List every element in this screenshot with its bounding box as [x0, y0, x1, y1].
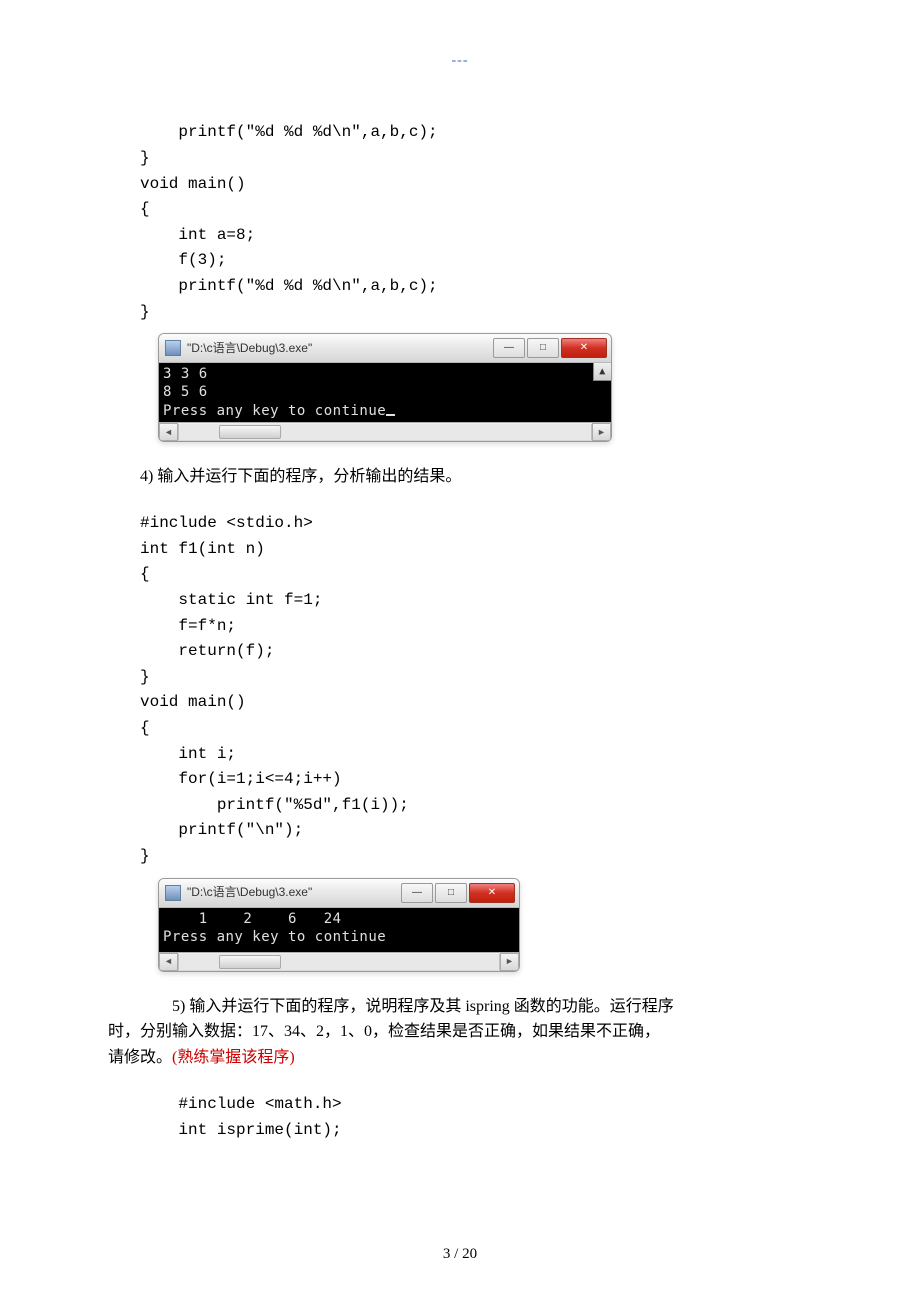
titlebar: "D:\c语言\Debug\3.exe" — □ ✕ [159, 334, 611, 363]
header-marks: --- [140, 50, 780, 72]
maximize-button[interactable]: □ [527, 338, 559, 358]
scroll-track[interactable] [178, 424, 592, 440]
scroll-track[interactable] [178, 954, 500, 970]
console-text: 1 2 6 24 Press any key to continue [163, 911, 386, 945]
app-icon [165, 885, 181, 901]
cursor-icon [386, 414, 395, 416]
page-number: 3 / 20 [0, 1242, 920, 1266]
scroll-right-button[interactable]: ► [592, 423, 611, 441]
code-block-1: printf("%d %d %d\n",a,b,c); } void main(… [140, 120, 780, 325]
section-5-text-2: 时，分别输入数据：17、34、2，1、0，检查结果是否正确，如果结果不正确， [108, 1023, 660, 1040]
section-5-paragraph: 5) 输入并运行下面的程序，说明程序及其 ispring 函数的功能。运行程序 … [140, 994, 780, 1071]
scroll-thumb[interactable] [219, 955, 281, 969]
horizontal-scrollbar[interactable]: ◄ ► [159, 422, 611, 441]
scroll-thumb[interactable] [219, 425, 281, 439]
titlebar: "D:\c语言\Debug\3.exe" — □ ✕ [159, 879, 519, 908]
close-button[interactable]: ✕ [561, 338, 607, 358]
code-block-2: #include <stdio.h> int f1(int n) { stati… [140, 511, 780, 869]
section-4-heading: 4) 输入并运行下面的程序，分析输出的结果。 [140, 464, 780, 490]
window-title: "D:\c语言\Debug\3.exe" [187, 883, 399, 902]
console-window-1: "D:\c语言\Debug\3.exe" — □ ✕ 3 3 6 8 5 6 P… [158, 333, 612, 442]
section-5-text-3b: (熟练掌握该程序) [172, 1049, 295, 1066]
console-text: 3 3 6 8 5 6 Press any key to continue [163, 366, 386, 418]
section-5-text-3a: 请修改。 [108, 1049, 172, 1066]
horizontal-scrollbar[interactable]: ◄ ► [159, 952, 519, 971]
scroll-left-button[interactable]: ◄ [159, 953, 178, 971]
minimize-button[interactable]: — [401, 883, 433, 903]
window-buttons: — □ ✕ [491, 338, 607, 358]
close-button[interactable]: ✕ [469, 883, 515, 903]
section-5-text-1: 5) 输入并运行下面的程序，说明程序及其 ispring 函数的功能。运行程序 [172, 998, 674, 1015]
maximize-button[interactable]: □ [435, 883, 467, 903]
window-buttons: — □ ✕ [399, 883, 515, 903]
scroll-up-button[interactable]: ▲ [593, 363, 611, 381]
app-icon [165, 340, 181, 356]
scroll-right-button[interactable]: ► [500, 953, 519, 971]
minimize-button[interactable]: — [493, 338, 525, 358]
console-output: 3 3 6 8 5 6 Press any key to continue ▲ [159, 363, 611, 422]
console-output: 1 2 6 24 Press any key to continue [159, 908, 519, 952]
window-title: "D:\c语言\Debug\3.exe" [187, 339, 491, 358]
scroll-left-button[interactable]: ◄ [159, 423, 178, 441]
console-window-2: "D:\c语言\Debug\3.exe" — □ ✕ 1 2 6 24 Pres… [158, 878, 520, 972]
code-block-3: #include <math.h> int isprime(int); [140, 1092, 780, 1143]
